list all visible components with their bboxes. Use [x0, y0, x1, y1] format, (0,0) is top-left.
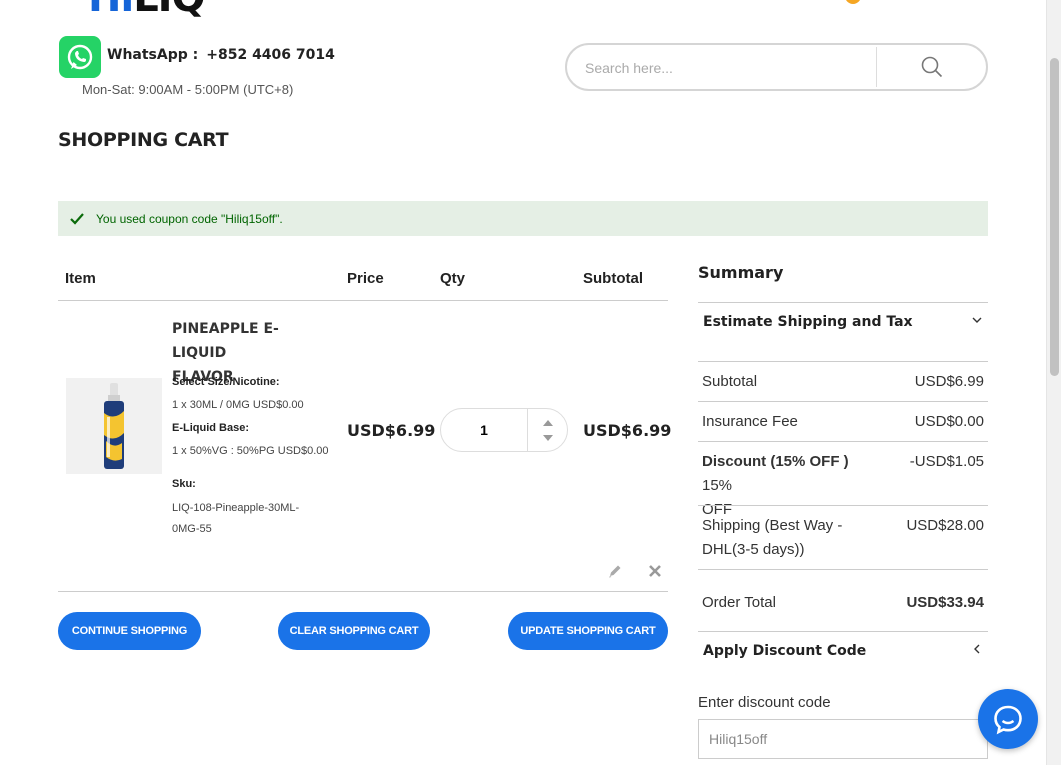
chevron-left-icon[interactable]	[970, 642, 984, 656]
column-header-subtotal: Subtotal	[583, 270, 643, 287]
option-size-label: Select Size/Nicotine:	[172, 376, 280, 388]
search-button[interactable]	[877, 45, 986, 89]
discount-field-label: Enter discount code	[698, 694, 831, 711]
search-input[interactable]	[585, 57, 865, 79]
discount-code-input[interactable]	[698, 719, 988, 759]
remove-icon[interactable]	[647, 563, 663, 579]
order-total-label: Order Total	[702, 594, 776, 611]
option-size-value: 1 x 30ML / 0MG USD$0.00	[172, 399, 304, 411]
sku-label: Sku:	[172, 478, 196, 490]
column-header-qty: Qty	[440, 270, 466, 287]
quantity-stepper	[440, 408, 568, 452]
business-hours: Mon-Sat: 9:00AM - 5:00PM (UTC+8)	[82, 82, 294, 97]
cart-count-badge[interactable]	[845, 0, 861, 4]
page-title: SHOPPING CART	[58, 129, 229, 151]
column-header-price: Price	[347, 270, 384, 287]
sku-value: LIQ-108-Pineapple-30ML- 0MG-55	[172, 502, 300, 535]
update-cart-button[interactable]: UPDATE SHOPPING CART	[508, 612, 668, 650]
summary-divider	[698, 505, 988, 506]
column-header-item: Item	[65, 270, 96, 287]
subtotal-value: USD$6.99	[914, 373, 984, 390]
shipping-value: USD$28.00	[906, 517, 984, 534]
coupon-notice: You used coupon code "Hiliq15off".	[58, 201, 988, 236]
estimate-shipping-toggle[interactable]: Estimate Shipping and Tax	[703, 314, 913, 330]
decrement-icon[interactable]	[541, 433, 555, 443]
site-logo[interactable]: HiLIQ	[88, 0, 206, 18]
product-image[interactable]	[66, 378, 162, 474]
chat-icon	[994, 705, 1022, 735]
checkmark-icon	[70, 212, 84, 225]
summary-divider	[698, 361, 988, 362]
live-chat-button[interactable]	[978, 689, 1038, 749]
summary-divider	[698, 401, 988, 402]
discount-label: Discount (15% OFF ) 15% OFF	[702, 453, 849, 518]
table-bottom-divider	[58, 591, 668, 592]
chevron-down-icon[interactable]	[970, 313, 984, 327]
page-scrollbar[interactable]	[1046, 0, 1061, 765]
quantity-input[interactable]	[453, 419, 515, 441]
increment-icon[interactable]	[541, 418, 555, 428]
item-subtotal: USD$6.99	[583, 421, 672, 440]
subtotal-label: Subtotal	[702, 373, 758, 390]
whatsapp-contact[interactable]: WhatsApp : +852 4406 7014	[107, 47, 335, 63]
summary-divider	[698, 569, 988, 570]
apply-discount-toggle[interactable]: Apply Discount Code	[703, 643, 866, 659]
insurance-value: USD$0.00	[914, 413, 984, 430]
summary-title: Summary	[698, 263, 784, 282]
whatsapp-icon[interactable]	[59, 36, 101, 78]
shipping-label: Shipping (Best Way - DHL(3-5 days))	[702, 517, 843, 558]
discount-value: -USD$1.05	[909, 453, 984, 470]
summary-divider	[698, 441, 988, 442]
item-price: USD$6.99	[347, 421, 436, 440]
edit-icon[interactable]	[607, 563, 623, 579]
table-header-divider	[58, 300, 668, 301]
scrollbar-thumb[interactable]	[1050, 58, 1059, 376]
order-total-value: USD$33.94	[906, 594, 984, 611]
notice-message: You used coupon code "Hiliq15off".	[96, 211, 283, 226]
quantity-divider	[527, 409, 528, 451]
option-base-label: E-Liquid Base:	[172, 422, 250, 434]
insurance-label: Insurance Fee	[702, 413, 798, 430]
summary-divider	[698, 302, 988, 303]
continue-shopping-button[interactable]: CONTINUE SHOPPING	[58, 612, 201, 650]
summary-divider	[698, 631, 988, 632]
search-icon	[921, 56, 942, 78]
search-box	[565, 43, 988, 91]
clear-cart-button[interactable]: CLEAR SHOPPING CART	[278, 612, 430, 650]
option-base-value: 1 x 50%VG : 50%PG USD$0.00	[172, 445, 329, 457]
